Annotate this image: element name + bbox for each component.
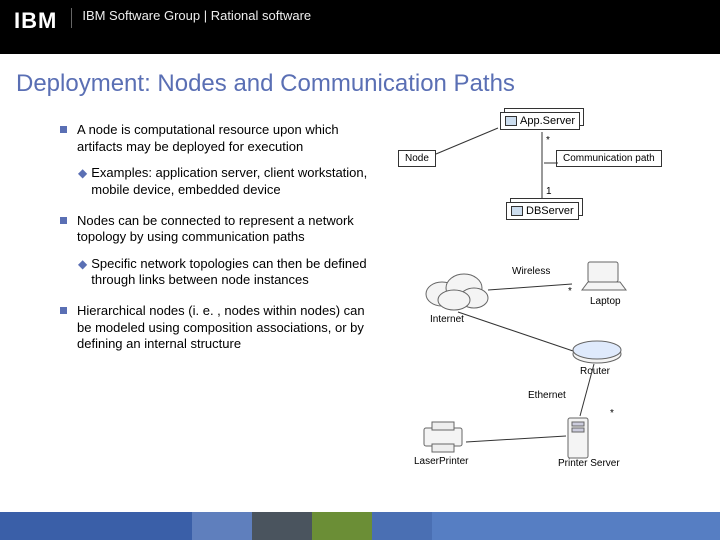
footer-bar	[0, 512, 720, 540]
bullet-1: A node is computational resource upon wh…	[60, 122, 380, 155]
cloud-icon	[420, 268, 490, 312]
node-class-box: Node	[398, 150, 436, 167]
header-divider	[71, 8, 72, 28]
connector-line	[540, 132, 544, 202]
ibm-logo-text: IBM	[14, 8, 57, 34]
bullet-arrow-icon: ◆	[78, 166, 87, 198]
footer-seg	[312, 512, 372, 540]
ethernet-link	[576, 364, 606, 418]
footer-seg	[0, 512, 192, 540]
footer-seg	[192, 512, 252, 540]
bullet-2-text: Nodes can be connected to represent a ne…	[77, 213, 380, 246]
header-title: IBM Software Group | Rational software	[82, 4, 311, 23]
footer-seg	[372, 512, 432, 540]
footer-seg	[432, 512, 720, 540]
mult-star-3: *	[610, 408, 614, 419]
node-class-label: Node	[405, 153, 429, 164]
ethernet-label: Ethernet	[528, 390, 566, 401]
node-icon	[511, 206, 523, 216]
mult-one: 1	[546, 186, 552, 197]
node-arrow	[436, 128, 504, 158]
bullet-1-sub: ◆ Examples: application server, client w…	[78, 165, 380, 198]
server-printer-link	[466, 434, 566, 446]
wireless-link	[488, 280, 572, 296]
dbserver-node: DBServer	[506, 202, 579, 220]
bullet-square-icon	[60, 126, 67, 133]
footer-seg	[252, 512, 312, 540]
bullet-1-text: A node is computational resource upon wh…	[77, 122, 380, 155]
wireless-label: Wireless	[512, 266, 550, 277]
bullet-square-icon	[60, 307, 67, 314]
diagram-column: App.Server * 1 DBServer Node Communicati…	[380, 108, 714, 353]
appserver-node: App.Server	[500, 112, 580, 130]
text-column: A node is computational resource upon wh…	[60, 108, 380, 353]
laser-printer-label: LaserPrinter	[414, 456, 468, 467]
bullet-square-icon	[60, 217, 67, 224]
content-area: A node is computational resource upon wh…	[0, 98, 720, 353]
bullet-2-sub: ◆ Specific network topologies can then b…	[78, 256, 380, 289]
laptop-icon	[580, 260, 630, 296]
slide-title: Deployment: Nodes and Communication Path…	[0, 54, 720, 98]
bullet-3-text: Hierarchical nodes (i. e. , nodes within…	[77, 303, 380, 353]
bullet-3: Hierarchical nodes (i. e. , nodes within…	[60, 303, 380, 353]
appserver-label: App.Server	[520, 115, 575, 127]
commpath-label: Communication path	[563, 153, 655, 164]
bullet-arrow-icon: ◆	[78, 257, 87, 289]
node-icon	[505, 116, 517, 126]
server-icon	[564, 416, 594, 460]
printer-server-label: Printer Server	[558, 458, 620, 469]
mult-star: *	[546, 135, 550, 146]
commpath-class-box: Communication path	[556, 150, 662, 167]
bullet-1a-text: Examples: application server, client wor…	[91, 165, 380, 198]
dbserver-label: DBServer	[526, 205, 574, 217]
bullet-2a-text: Specific network topologies can then be …	[91, 256, 380, 289]
printer-icon	[420, 420, 466, 454]
mult-star-2: *	[568, 286, 572, 297]
ibm-logo: IBM	[14, 8, 57, 34]
header-bar: IBM IBM Software Group | Rational softwa…	[0, 0, 720, 54]
commpath-arrow	[544, 160, 562, 166]
router-icon	[570, 338, 624, 366]
cloud-router-link	[458, 312, 578, 356]
bullet-2: Nodes can be connected to represent a ne…	[60, 213, 380, 246]
laptop-label: Laptop	[590, 296, 621, 307]
